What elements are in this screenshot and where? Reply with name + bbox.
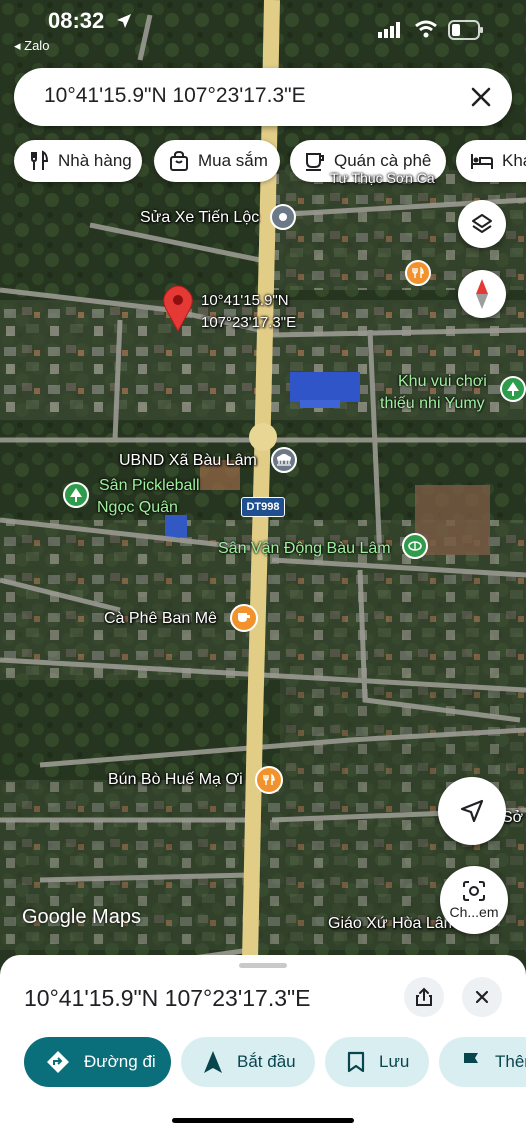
coffee-cup-icon [306, 153, 324, 171]
place-pin-cafe[interactable] [230, 604, 258, 632]
chip-more[interactable]: Khác [456, 140, 526, 182]
tree-icon [70, 488, 82, 502]
status-bar: 08:32 ◂ Zalo [0, 0, 526, 60]
search-bar[interactable]: 10°41'15.9"N 107°23'17.3"E [14, 68, 512, 126]
place-pin-pickleball[interactable] [63, 482, 89, 508]
wifi-icon [415, 20, 437, 38]
search-input[interactable]: 10°41'15.9"N 107°23'17.3"E [44, 84, 306, 108]
place-pin-stadium[interactable] [402, 533, 428, 559]
place-label-tu-thuc[interactable]: Tư Thục Sơn Ca [330, 170, 435, 186]
chip-label: Nhà hàng [58, 151, 132, 170]
chip-label: Quán cà phê [334, 151, 432, 170]
generic-place-icon [279, 213, 287, 221]
place-label-yumy-1[interactable]: Khu vui chơi [398, 371, 487, 392]
chip-restaurants[interactable]: Nhà hàng [14, 140, 142, 182]
close-icon[interactable] [464, 80, 498, 114]
share-icon [416, 987, 432, 1006]
layers-icon [472, 214, 492, 233]
coffee-cup-icon [238, 613, 250, 622]
fork-knife-icon [31, 150, 49, 170]
place-pin-ubnd[interactable] [271, 447, 297, 473]
chip-label: Mua sắm [198, 151, 268, 170]
clock: 08:32 [48, 8, 105, 33]
compass-button[interactable] [458, 270, 506, 318]
directions-button[interactable]: Đường đi [24, 1037, 171, 1087]
close-icon [475, 990, 489, 1004]
tree-icon [507, 382, 519, 396]
place-label-giao-xu[interactable]: Giáo Xứ Hòa Lâm [328, 915, 457, 933]
bed-icon [471, 154, 493, 169]
dropped-pin-icon[interactable] [161, 285, 195, 333]
government-building-icon [277, 454, 291, 466]
location-arrow-icon [117, 14, 131, 28]
pin-coordinates-line2: 107°23'17.3"E [201, 314, 297, 331]
lens-label: Ch...em [449, 904, 499, 920]
stadium-icon [408, 541, 422, 551]
place-label-pickleball-2[interactable]: Ngọc Quân [97, 497, 178, 518]
layers-button[interactable] [458, 200, 506, 248]
place-label-yumy-2[interactable]: thiếu nhi Yumy [380, 393, 485, 414]
place-bottom-sheet[interactable]: 10°41'15.9"N 107°23'17.3"E Đường đi Bắt … [0, 955, 526, 1138]
camera-lens-icon [463, 881, 485, 901]
place-label-bun-bo[interactable]: Bún Bò Huế Mạ Ơi [108, 771, 243, 789]
share-button[interactable] [404, 977, 444, 1017]
place-pin-yumy[interactable] [500, 376, 526, 402]
compass-icon [476, 279, 488, 309]
google-maps-watermark: Google Maps [22, 906, 141, 928]
fork-knife-icon [263, 774, 275, 785]
pin-coordinates-line1: 10°41'15.9"N [201, 292, 289, 309]
sheet-drag-handle[interactable] [239, 963, 287, 968]
place-pin-bun-bo[interactable] [255, 766, 283, 794]
battery-icon [448, 20, 483, 40]
place-label-ca-phe[interactable]: Cà Phê Ban Mê [104, 610, 217, 628]
home-indicator [172, 1118, 354, 1123]
signal-icon [378, 22, 400, 38]
lens-button[interactable]: Ch...em [440, 866, 508, 934]
my-location-button[interactable] [438, 777, 506, 845]
navigation-arrow-icon [460, 799, 484, 823]
start-label: Bắt đầu [237, 1052, 296, 1071]
flag-icon [464, 1053, 478, 1072]
chip-label: Khác [502, 151, 526, 170]
place-pin-sua-xe[interactable] [270, 204, 296, 230]
save-button[interactable]: Lưu [325, 1037, 429, 1087]
place-pin-restaurant-top[interactable] [405, 260, 431, 286]
directions-icon [47, 1051, 69, 1073]
save-label: Lưu [379, 1052, 410, 1071]
more-button[interactable]: Thêm [439, 1037, 526, 1087]
close-sheet-button[interactable] [462, 977, 502, 1017]
start-button[interactable]: Bắt đầu [181, 1037, 315, 1087]
bookmark-icon [347, 1051, 365, 1073]
place-label-pickleball-1[interactable]: Sân Pickleball [99, 475, 200, 496]
back-to-app-link[interactable]: ◂ Zalo [14, 38, 49, 54]
fork-knife-icon [412, 267, 424, 278]
more-label: Thêm [495, 1052, 526, 1071]
place-label-sua-xe[interactable]: Sửa Xe Tiến Lộc [140, 209, 259, 227]
place-label-ubnd[interactable]: UBND Xã Bàu Lâm [119, 452, 257, 470]
road-shield: DT998 [241, 497, 285, 517]
directions-label: Đường đi [84, 1052, 156, 1071]
chip-shopping[interactable]: Mua sắm [154, 140, 280, 182]
navigation-arrow-icon [204, 1051, 222, 1073]
shopping-bag-icon [170, 150, 188, 171]
place-label-san-van-dong[interactable]: Sân Vận Động Bàu Lâm [218, 538, 391, 559]
place-title: 10°41'15.9"N 107°23'17.3"E [24, 985, 311, 1011]
